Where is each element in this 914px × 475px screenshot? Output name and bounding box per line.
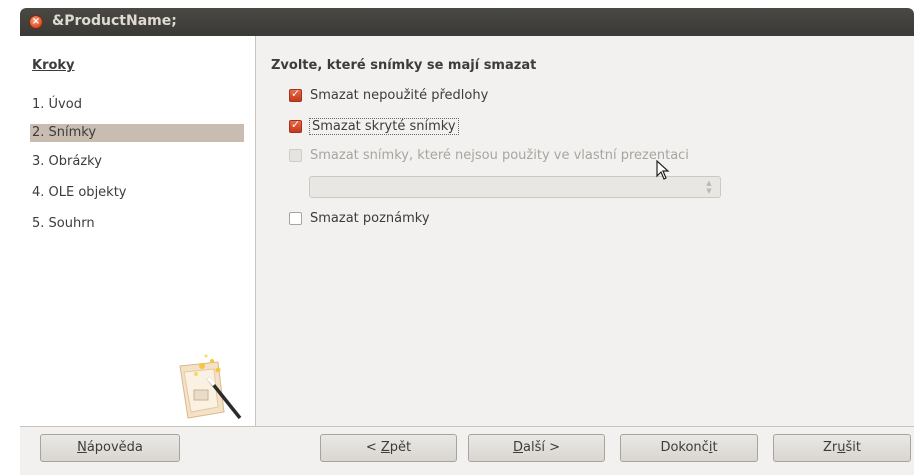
option-label: Smazat nepoužité předlohy xyxy=(310,87,489,103)
title-bar: × &ProductName; xyxy=(20,8,914,36)
step-slides[interactable]: 2. Snímky xyxy=(30,124,244,142)
wizard-window: × &ProductName; Kroky 1. Úvod 2. Snímky … xyxy=(20,8,914,475)
close-button[interactable]: × xyxy=(29,15,43,29)
steps-sidebar: Kroky 1. Úvod 2. Snímky 3. Obrázky 4. OL… xyxy=(20,36,256,426)
option-label: Smazat poznámky xyxy=(310,210,430,226)
checkbox-delete-unused-masters[interactable] xyxy=(289,87,302,102)
step-ole-objects[interactable]: 4. OLE objekty xyxy=(30,184,244,202)
step-summary[interactable]: 5. Souhrn xyxy=(30,215,244,233)
cancel-button[interactable]: Zrušit xyxy=(773,434,911,462)
checkbox-delete-unused-custom-show-slides xyxy=(289,148,302,162)
close-icon: × xyxy=(31,16,41,27)
option-delete-unused-masters[interactable]: Smazat nepoužité předlohy xyxy=(289,85,488,105)
spin-arrows-icon: ▲ ▼ xyxy=(706,179,712,195)
step-images[interactable]: 3. Obrázky xyxy=(30,153,244,171)
wizard-wand-icon xyxy=(179,354,242,420)
checkbox-delete-hidden-slides[interactable] xyxy=(289,118,302,133)
back-button[interactable]: < Zpět xyxy=(320,434,457,462)
option-label: Smazat skryté snímky xyxy=(309,117,459,135)
option-label: Smazat snímky, které nejsou použity ve v… xyxy=(310,147,689,163)
mouse-pointer-icon xyxy=(656,160,670,180)
page-title: Zvolte, které snímky se mají smazat xyxy=(271,58,537,73)
footer-divider xyxy=(20,426,914,427)
help-button[interactable]: Nápověda xyxy=(40,434,180,462)
steps-heading: Kroky xyxy=(32,58,75,73)
next-button[interactable]: Další > xyxy=(468,434,605,462)
checkbox-delete-notes[interactable] xyxy=(289,211,302,225)
content-panel: Zvolte, které snímky se mají smazat Smaz… xyxy=(257,36,914,426)
window-title: &ProductName; xyxy=(52,13,177,29)
step-intro[interactable]: 1. Úvod xyxy=(30,96,244,114)
finish-button[interactable]: Dokončit xyxy=(620,434,758,462)
option-delete-unused-custom-show-slides: Smazat snímky, které nejsou použity ve v… xyxy=(289,145,689,165)
option-delete-hidden-slides[interactable]: Smazat skryté snímky xyxy=(289,116,459,136)
option-delete-notes[interactable]: Smazat poznámky xyxy=(289,208,430,228)
